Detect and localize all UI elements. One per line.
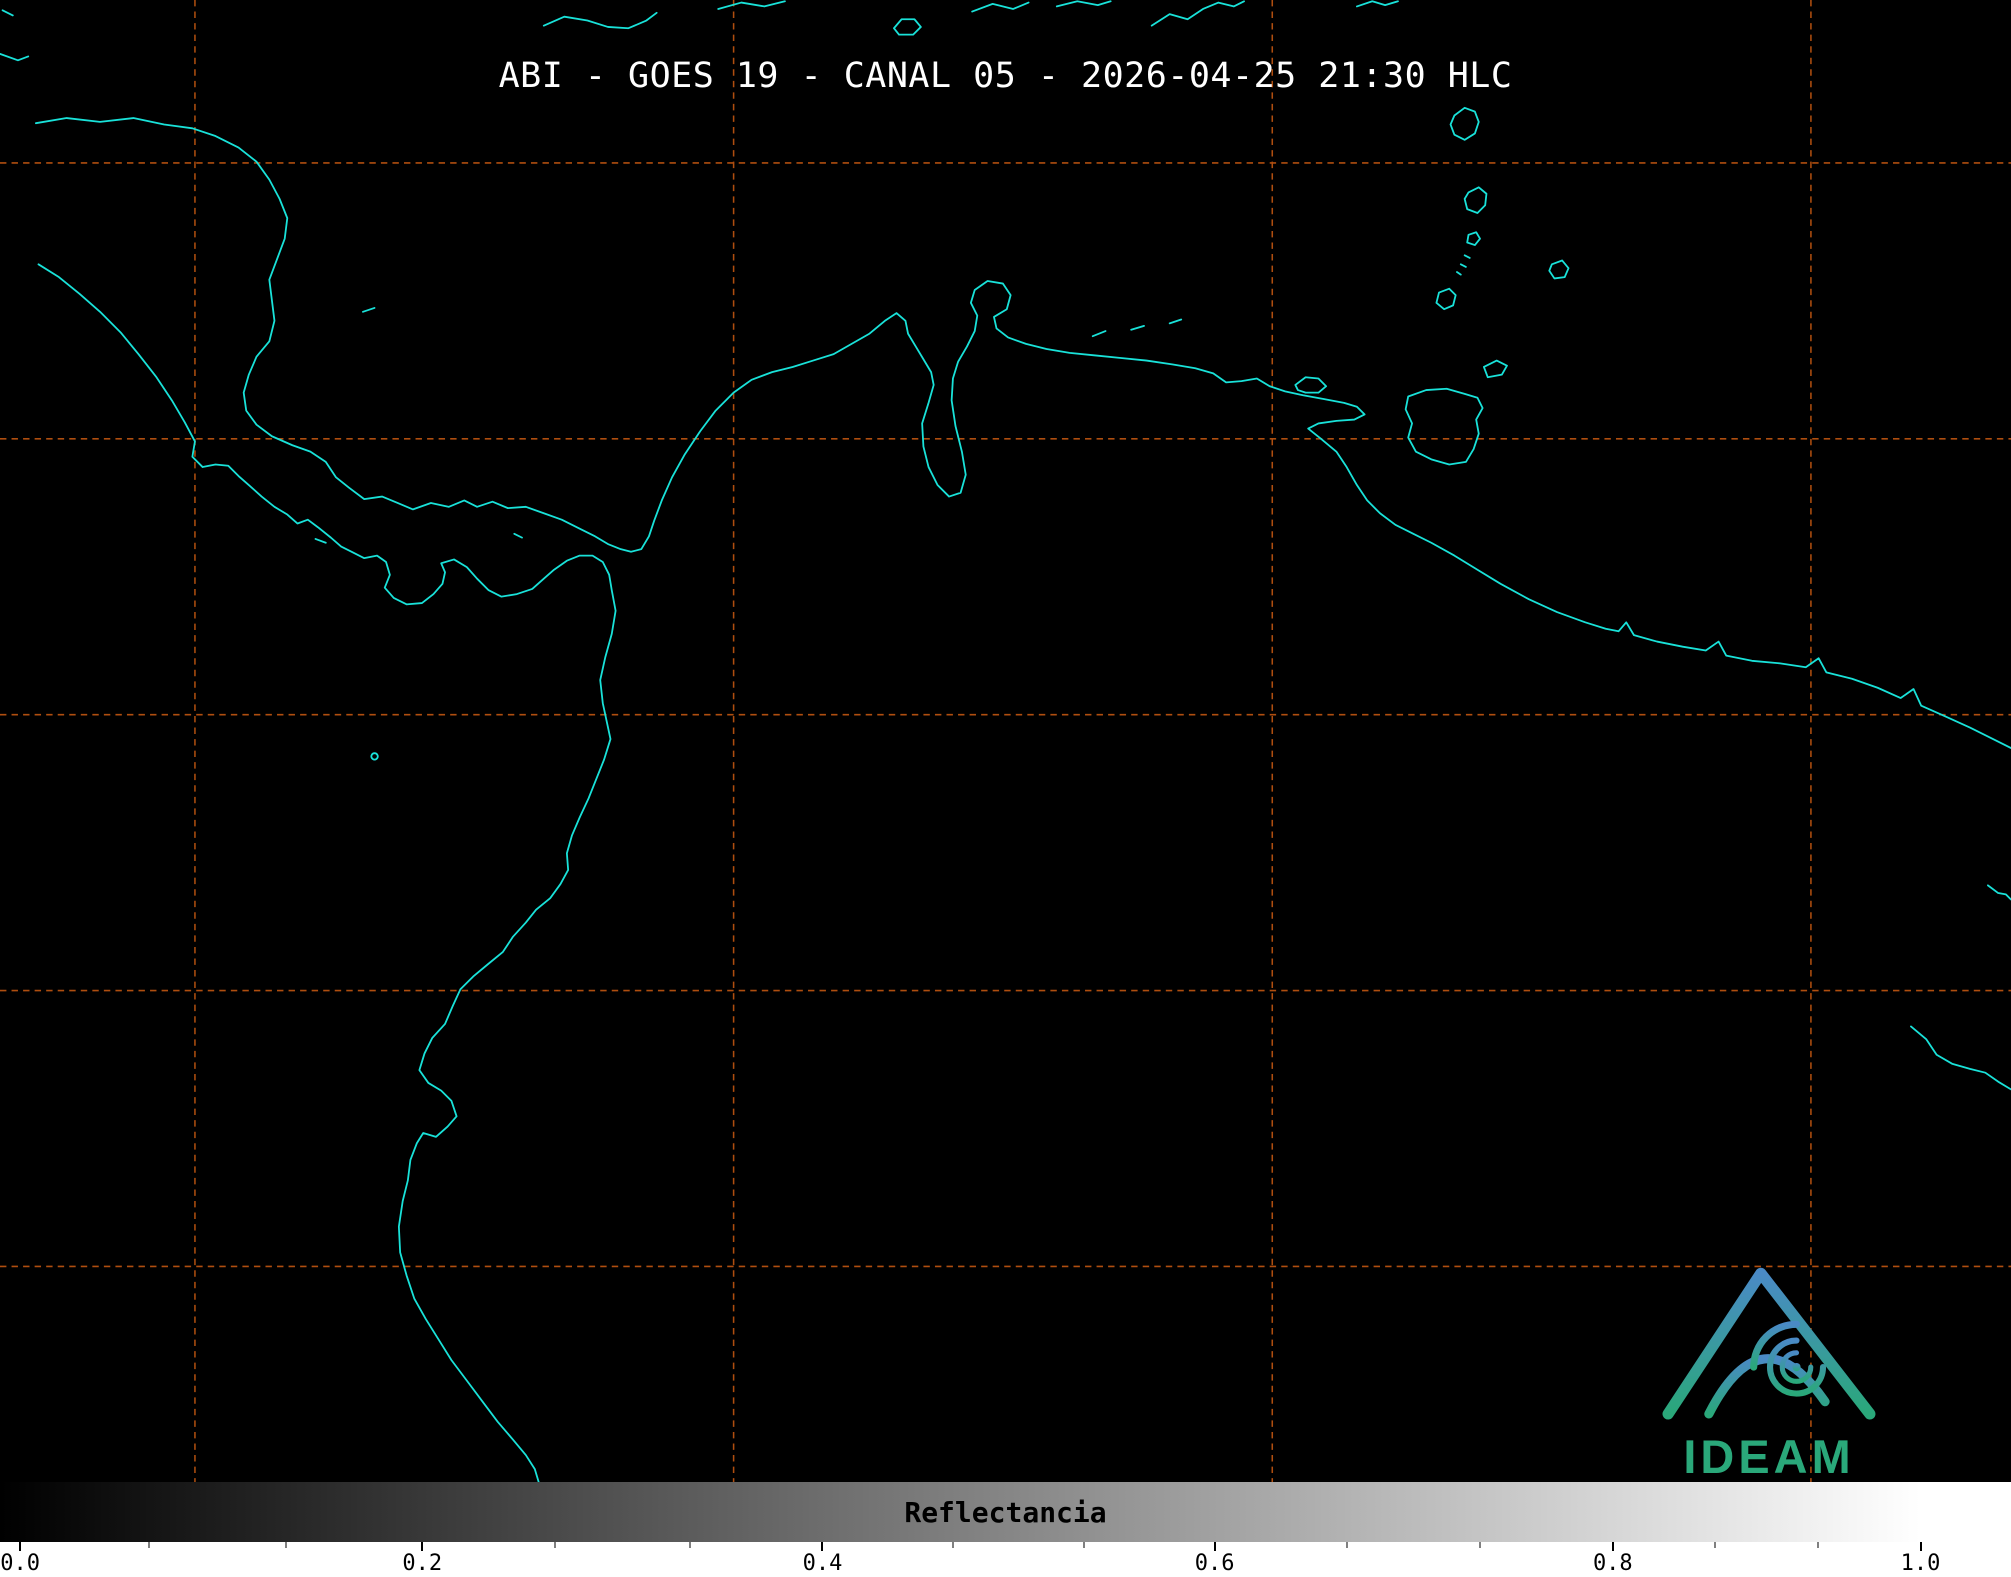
colorbar-axis: 0.0 0.2 0.4 0.6 0.8 1.0 xyxy=(0,1542,2011,1577)
tick-mark-minor xyxy=(1347,1542,1348,1548)
tick-mark-minor xyxy=(1817,1542,1818,1548)
coastline-caribbean xyxy=(36,118,2011,748)
islands-antilles xyxy=(1093,108,1569,465)
ideam-logo-text: IDEAM xyxy=(1683,1431,1854,1482)
colorbar-tick-label: 1.0 xyxy=(1901,1551,1941,1576)
tick-mark-minor xyxy=(1715,1542,1716,1548)
tick-mark-minor xyxy=(285,1542,286,1548)
tick-mark xyxy=(19,1542,21,1551)
coastline-top-fragments xyxy=(0,1,1398,60)
tick-mark-minor xyxy=(953,1542,954,1548)
tick-mark-minor xyxy=(689,1542,690,1548)
satellite-image-viewer: ABI - GOES 19 - CANAL 05 - 2026-04-25 21… xyxy=(0,0,2011,1577)
colorbar: Reflectancia 0.0 0.2 0.4 0.6 xyxy=(0,1482,2011,1577)
tick-mark-minor xyxy=(555,1542,556,1548)
colorbar-gradient: Reflectancia xyxy=(0,1482,2011,1543)
islands-small xyxy=(316,308,522,760)
tick-mark xyxy=(1920,1542,1922,1551)
mountain-icon xyxy=(1668,1273,1870,1414)
tick-mark xyxy=(421,1542,423,1551)
tick-mark-minor xyxy=(1480,1542,1481,1548)
tick-mark-minor xyxy=(148,1542,149,1548)
colorbar-tick-label: 0.8 xyxy=(1593,1551,1633,1576)
ideam-logo: IDEAM xyxy=(1662,1246,1876,1482)
coastline-right-fragments xyxy=(1911,885,2011,1089)
tick-mark-minor xyxy=(1083,1542,1084,1548)
tick-mark xyxy=(1214,1542,1216,1551)
colorbar-tick-label: 0.0 xyxy=(0,1551,40,1576)
coastline-pacific xyxy=(38,264,615,1482)
colorbar-label: Reflectancia xyxy=(0,1482,2011,1542)
image-title: ABI - GOES 19 - CANAL 05 - 2026-04-25 21… xyxy=(0,56,2011,96)
colorbar-tick-label: 0.6 xyxy=(1195,1551,1235,1576)
colorbar-tick-label: 0.4 xyxy=(803,1551,843,1576)
tick-mark xyxy=(1612,1542,1614,1551)
tick-mark xyxy=(821,1542,823,1551)
colorbar-tick-label: 0.2 xyxy=(402,1551,442,1576)
